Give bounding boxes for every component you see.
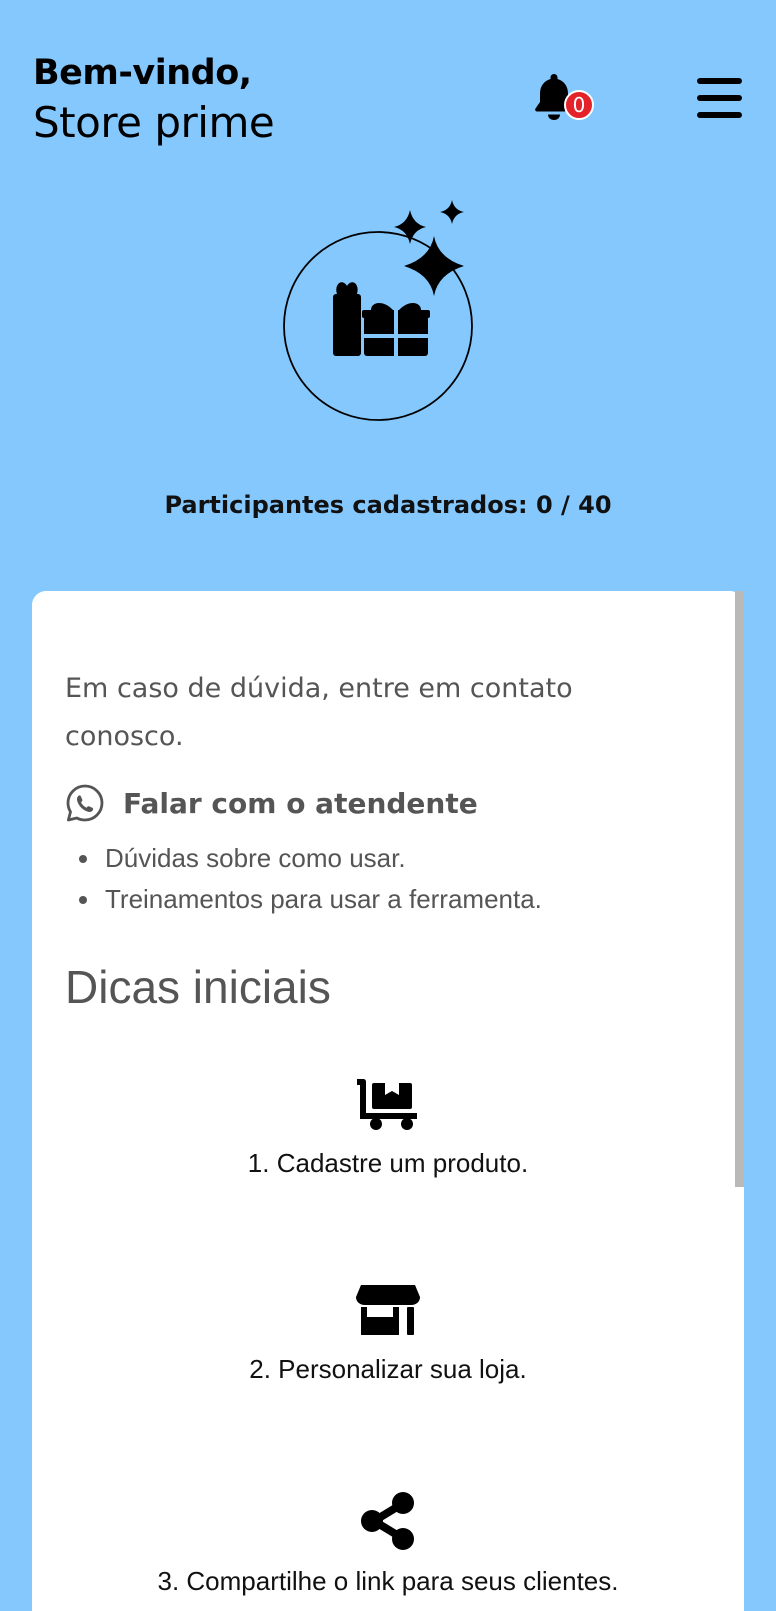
info-card: Em caso de dúvida, entre em contato cono… <box>32 591 744 1611</box>
list-item: Treinamentos para usar a ferramenta. <box>72 879 542 920</box>
store-name: Store prime <box>33 98 275 147</box>
greeting-text: Bem-vindo, <box>33 53 252 93</box>
participants-label: Participantes cadastrados: <box>164 491 528 519</box>
tip-label: 3. Compartilhe o link para seus clientes… <box>157 1566 619 1596</box>
tips-title: Dicas iniciais <box>65 961 331 1013</box>
tip-register-product: 1. Cadastre um produto. <box>32 1075 744 1181</box>
notifications-button[interactable]: 0 <box>534 72 600 130</box>
tip-share-link: 3. Compartilhe o link para seus clientes… <box>32 1491 744 1599</box>
whatsapp-icon <box>66 784 104 822</box>
help-topics-list: Dúvidas sobre como usar. Treinamentos pa… <box>72 838 542 920</box>
gift-icon <box>333 282 430 356</box>
cart-flatbed-icon <box>357 1079 417 1130</box>
menu-button[interactable] <box>697 78 742 118</box>
list-item: Dúvidas sobre como usar. <box>72 838 542 879</box>
share-icon <box>361 1492 414 1550</box>
tip-customize-store: 2. Personalizar sua loja. <box>32 1283 744 1387</box>
notification-count-badge: 0 <box>564 90 594 120</box>
participants-total: 40 <box>578 491 612 519</box>
participants-separator: / <box>561 491 570 519</box>
participants-count: Participantes cadastrados: 0 / 40 <box>0 488 776 522</box>
tip-label: 1. Cadastre um produto. <box>247 1148 529 1178</box>
store-icon <box>356 1285 420 1335</box>
scrollbar[interactable] <box>735 591 744 1187</box>
gift-sparkles-illustration <box>282 200 492 422</box>
participants-current: 0 <box>535 491 553 519</box>
greeting: Bem-vindo, Store prime <box>33 50 275 150</box>
whatsapp-contact-link[interactable]: Falar com o atendente <box>65 781 478 825</box>
tip-label: 2. Personalizar sua loja. <box>249 1354 527 1384</box>
whatsapp-contact-label: Falar com o atendente <box>123 786 478 820</box>
contact-text: Em caso de dúvida, entre em contato cono… <box>65 673 573 752</box>
